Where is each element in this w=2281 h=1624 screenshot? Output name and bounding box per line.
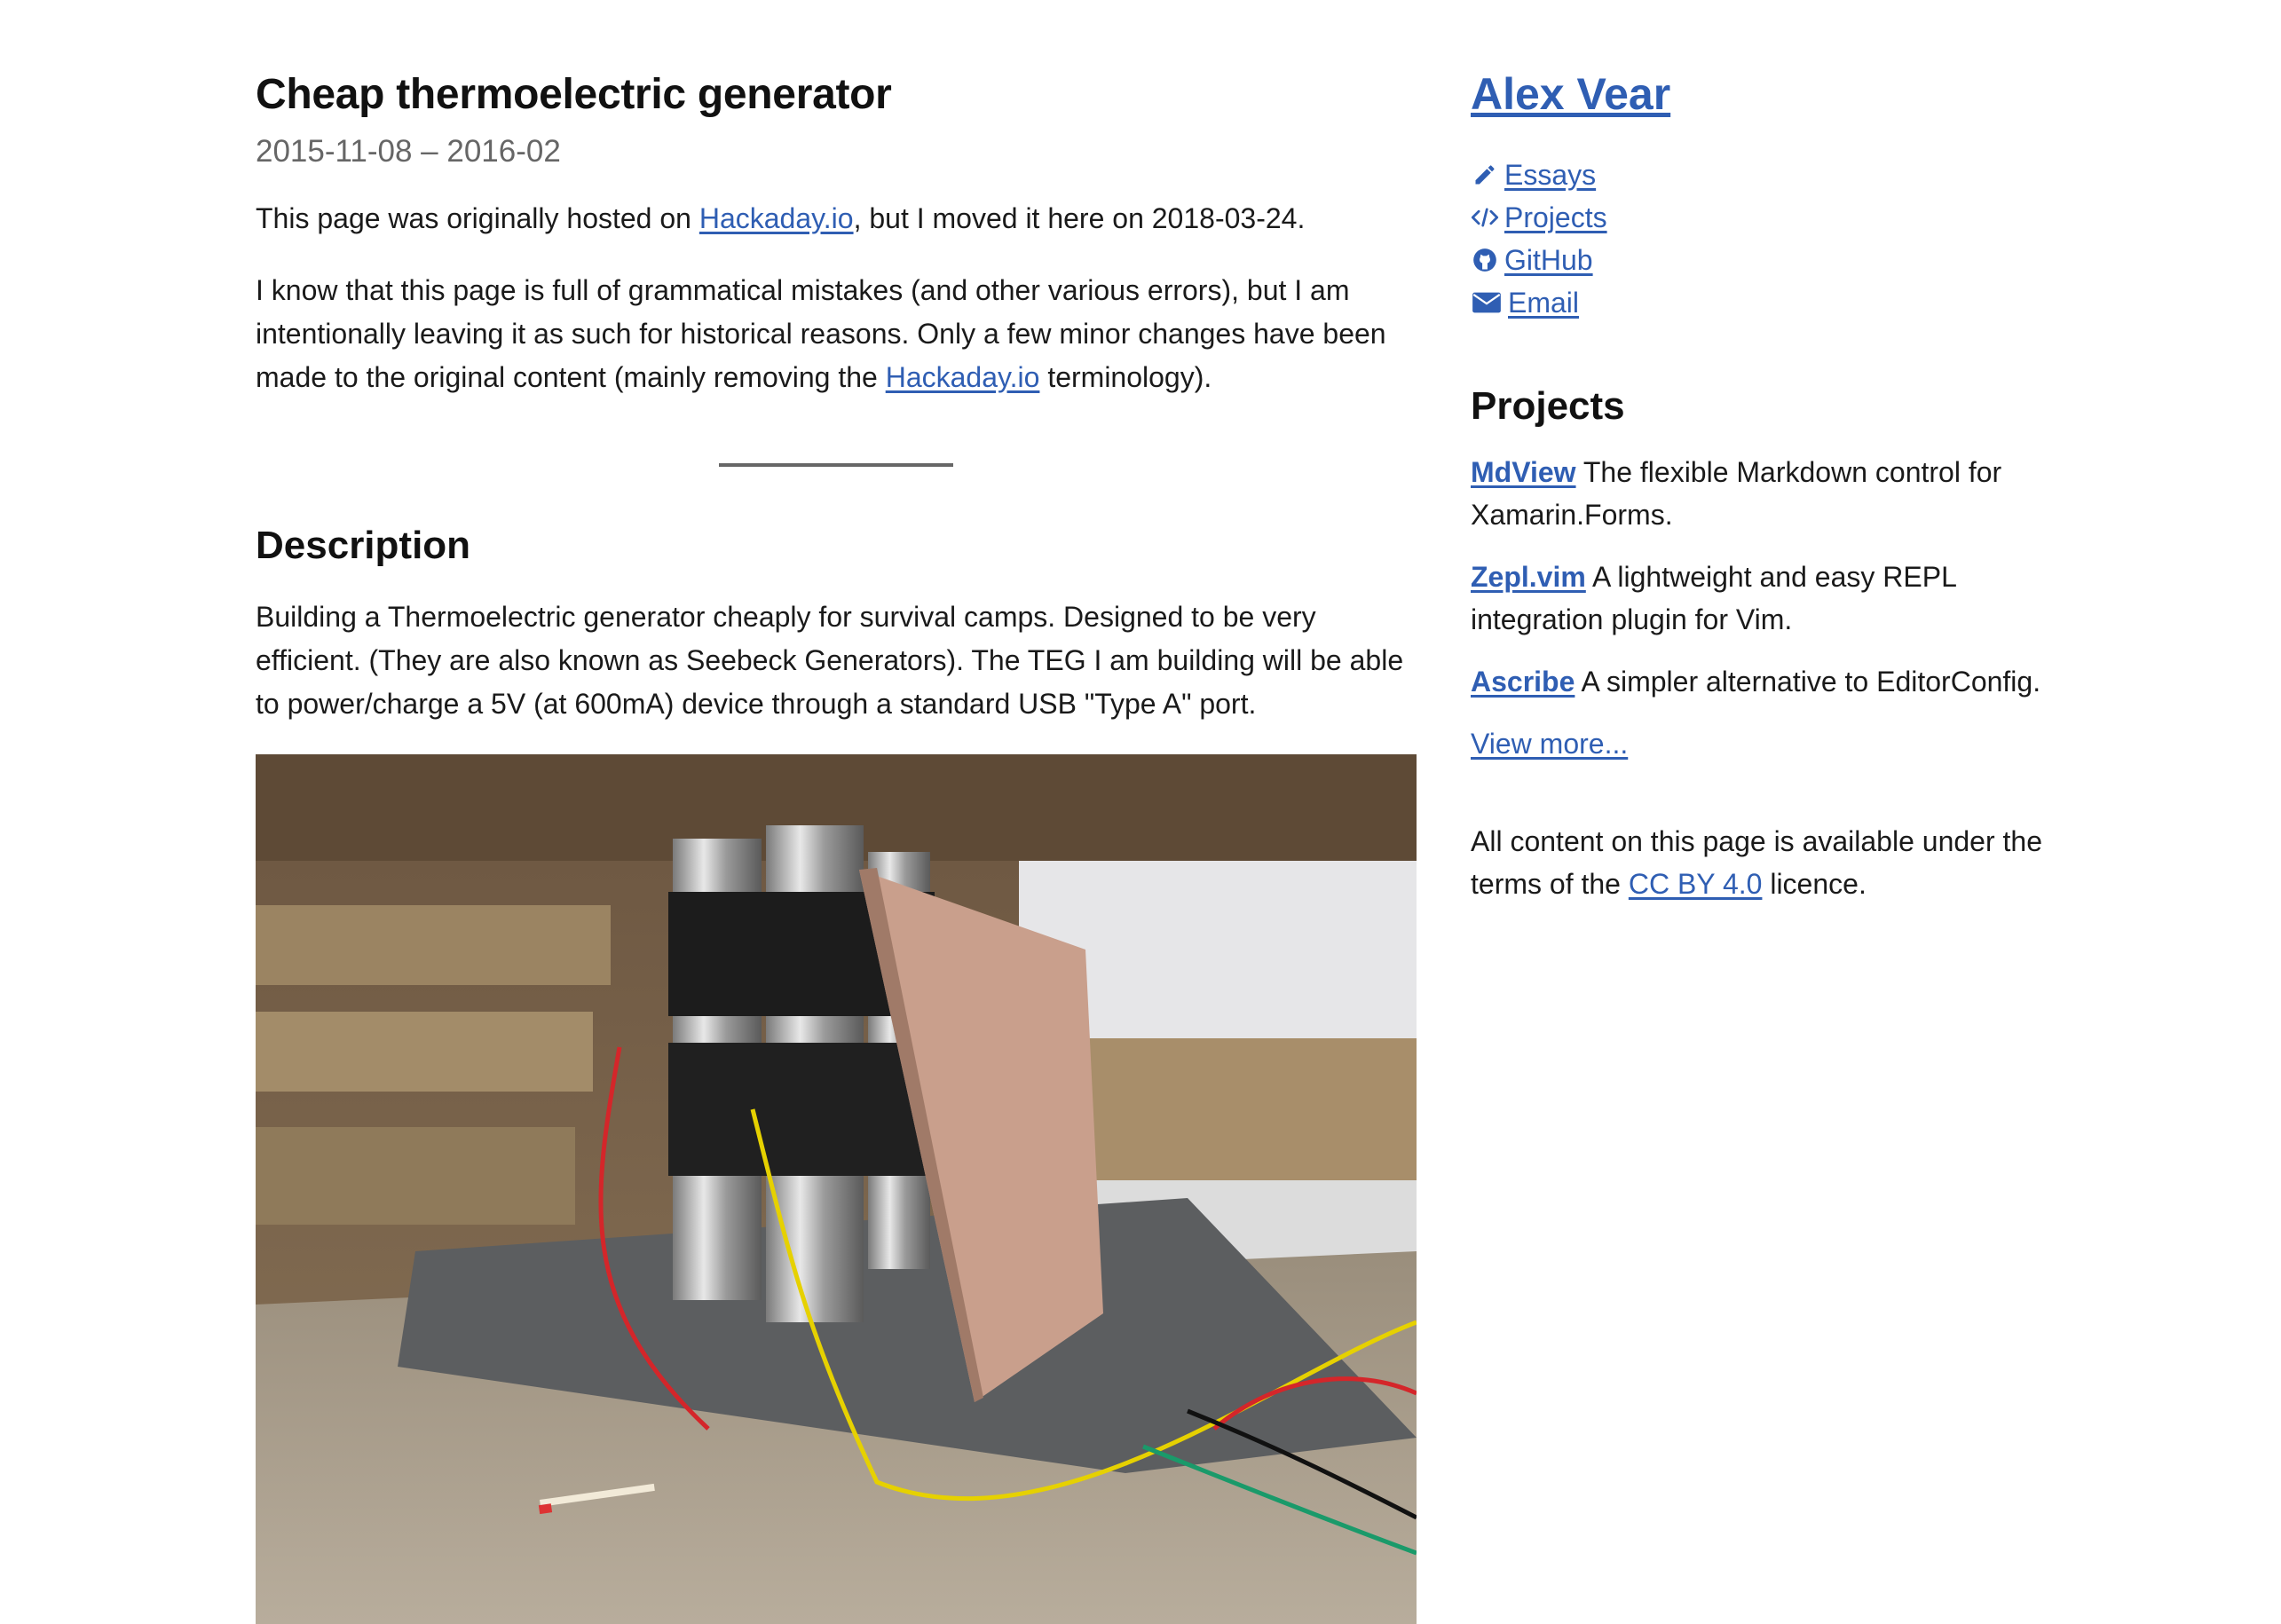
hackaday-link[interactable]: Hackaday.io [699, 202, 854, 234]
project-link-ascribe[interactable]: Ascribe [1471, 666, 1575, 698]
nav-link-projects[interactable]: Projects [1504, 196, 1607, 239]
sidebar-nav: Essays Projects GitHub Email [1471, 154, 2048, 324]
project-description: A simpler alternative to EditorConfig. [1575, 666, 2041, 698]
article: Cheap thermoelectric generator 2015-11-0… [256, 53, 1417, 1624]
nav-item-github: GitHub [1471, 239, 2048, 281]
intro-text: I know that this page is full of grammat… [256, 273, 1386, 393]
licence-notice: All content on this page is available un… [1471, 820, 2048, 905]
github-icon [1471, 246, 1499, 274]
author-home-link[interactable]: Alex Vear [1471, 66, 1670, 123]
nav-item-essays: Essays [1471, 154, 2048, 196]
description-paragraph: Building a Thermoelectric generator chea… [256, 601, 1404, 721]
nav-item-email: Email [1471, 281, 2048, 324]
nav-link-github[interactable]: GitHub [1504, 239, 1593, 281]
nav-link-essays[interactable]: Essays [1504, 154, 1596, 196]
project-dates: 2015-11-08 – 2016-02 [256, 134, 561, 169]
view-more-link[interactable]: View more... [1471, 728, 1628, 760]
intro-text: terminology). [1039, 360, 1212, 393]
pencil-icon [1471, 161, 1499, 189]
project-item-mdview: MdView The flexible Markdown control for… [1471, 451, 2048, 536]
project-link-zepl[interactable]: Zepl.vim [1471, 561, 1586, 593]
nav-link-email[interactable]: Email [1508, 281, 1579, 324]
cc-license-link[interactable]: CC BY 4.0 [1629, 868, 1763, 900]
intro-text: This page was originally hosted on [256, 201, 699, 234]
code-icon [1471, 203, 1499, 232]
section-heading: Description [256, 523, 471, 567]
view-more-item: View more... [1471, 722, 2048, 765]
hackaday-link[interactable]: Hackaday.io [886, 361, 1040, 393]
project-item-zepl: Zepl.vim A lightweight and easy REPL int… [1471, 556, 2048, 641]
licence-text: licence. [1762, 868, 1867, 901]
projects-heading: Projects [1471, 384, 1625, 428]
intro-paragraph-1: This page was originally hosted on Hacka… [256, 197, 1417, 240]
sidebar: Alex Vear Essays Projects GitHub Email P… [1471, 53, 2048, 905]
intro-text: , but I moved it here on 2018-03-24. [853, 201, 1306, 234]
project-link-mdview[interactable]: MdView [1471, 456, 1576, 488]
envelope-icon [1471, 288, 1503, 317]
generator-photo [256, 754, 1417, 1624]
intro-paragraph-2: I know that this page is full of grammat… [256, 269, 1417, 399]
page-title: Cheap thermoelectric generator [256, 71, 892, 118]
nav-item-projects: Projects [1471, 196, 2048, 239]
horizontal-rule [719, 462, 953, 467]
project-item-ascribe: Ascribe A simpler alternative to EditorC… [1471, 660, 2048, 703]
generator-photo-illustration [256, 754, 1417, 1624]
